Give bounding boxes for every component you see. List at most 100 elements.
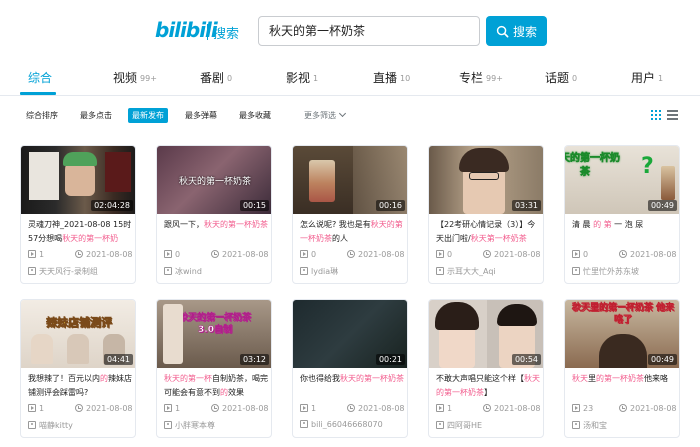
play-count: 1 (39, 404, 45, 413)
thumbnail-caption: 秋天的第一杯奶茶 (565, 153, 620, 179)
grid-view-icon[interactable] (651, 110, 661, 120)
video-card[interactable]: 00:21 你也得给我秋天的第一杯奶茶 1 2021-08-08 bili_660… (292, 299, 408, 438)
uploader-icon (300, 420, 308, 428)
video-thumbnail[interactable]: 00:21 (293, 300, 407, 368)
title-text: 你也得给我 (300, 374, 340, 383)
uploader-icon (28, 267, 36, 275)
video-card[interactable]: 辣妹店铺测评 04:41 我想辣了！百元以内的辣妹店铺测评会踩雷吗? 1 2021… (20, 299, 136, 438)
tab-movie[interactable]: 影视 1 (286, 69, 318, 86)
video-title[interactable]: 秋天的第一杯自制奶茶，喝完可能会有意不到的效果 (164, 372, 268, 400)
uploader[interactable]: 喵静kitty (28, 420, 132, 431)
tab-count: 99+ (140, 74, 157, 83)
play-count: 23 (583, 404, 594, 413)
title-text: 的人 (332, 234, 348, 243)
video-thumbnail[interactable]: 辣妹店铺测评 04:41 (21, 300, 135, 368)
uploader[interactable]: 天天风行-录制组 (28, 266, 132, 277)
uploader[interactable]: 四阿哥HE (436, 420, 540, 431)
title-highlight: 秋天 (572, 374, 588, 383)
uploader[interactable]: 冰wind (164, 266, 268, 277)
uploader-name: 喵静kitty (39, 421, 73, 430)
video-title[interactable]: 清 晨 的 第 一 泡 尿 (572, 218, 676, 246)
video-title[interactable]: 不敢大声唱只能这个样【秋天的第一杯奶茶】 (436, 372, 540, 400)
title-highlight: 秋天的第一杯奶茶 (204, 220, 268, 229)
title-highlight: 的第一杯奶茶 (596, 374, 644, 383)
uploader[interactable]: lydia琳 (300, 266, 404, 277)
upload-date: 2021-08-08 (630, 250, 677, 259)
title-highlight: 秋天的第一杯奶 (62, 234, 119, 243)
tab-video[interactable]: 视频 99+ (113, 69, 157, 86)
title-text: 跟风一下， (164, 220, 204, 229)
tab-label: 综合 (28, 71, 53, 85)
clock-icon (347, 404, 355, 412)
play-count-icon (164, 250, 172, 258)
header: bilibili 搜索 秋天的第一杯奶茶 搜索 (0, 0, 700, 60)
video-title[interactable]: 我想辣了！百元以内的辣妹店铺测评会踩雷吗? (28, 372, 132, 400)
clock-icon (483, 250, 491, 258)
uploader[interactable]: 小胖寒本尊 (164, 420, 268, 431)
play-count: 0 (175, 250, 181, 259)
video-thumbnail[interactable]: 秋天的第一杯奶茶 00:15 (157, 146, 271, 214)
video-card[interactable]: 秋天的第一杯奶茶 00:15 跟风一下，秋天的第一杯奶茶 0 2021-08-08… (156, 145, 272, 284)
title-text: 不敢大声唱只能这个样【 (436, 374, 524, 383)
video-card[interactable]: 02:04:28 灵魂刀神_2021-08-08 15时57分想喝秋天的第一杯奶… (20, 145, 136, 284)
filter-most-danmaku[interactable]: 最多弹幕 (185, 108, 217, 123)
tab-topic[interactable]: 话题 0 (545, 69, 577, 86)
tab-live[interactable]: 直播 10 (373, 69, 410, 86)
video-thumbnail[interactable]: 00:54 (429, 300, 543, 368)
video-title[interactable]: 怎么说呢? 我也是有秋天的第一杯奶茶的人 (300, 218, 404, 246)
video-card[interactable]: 00:54 不敢大声唱只能这个样【秋天的第一杯奶茶】 1 2021-08-08 四… (428, 299, 544, 438)
video-card[interactable]: 秋天里的第一杯奶茶 他来咯了 00:49 秋天里的第一杯奶茶他来咯 23 2021… (564, 299, 680, 438)
uploader[interactable]: bili_66046668070 (300, 420, 404, 429)
tab-article[interactable]: 专栏 99+ (459, 69, 503, 86)
upload-date: 2021-08-08 (222, 404, 269, 413)
video-title[interactable]: 秋天里的第一杯奶茶他来咯 (572, 372, 676, 400)
video-thumbnail[interactable]: 秋天里的第一杯奶茶 他来咯了 00:49 (565, 300, 679, 368)
uploader[interactable]: 忙里忙外苏东坡 (572, 266, 676, 277)
uploader[interactable]: 示耳大大_Aqi (436, 266, 540, 277)
clock-icon (347, 250, 355, 258)
video-title[interactable]: 【22考研心情记录（3）】今天出门啦/秋天第一杯奶茶 (436, 218, 540, 246)
title-highlight: 的 (100, 374, 108, 383)
search-button[interactable]: 搜索 (486, 16, 547, 46)
video-card[interactable]: 秋天的第一杯奶茶3.0自制 03:12 秋天的第一杯自制奶茶，喝完可能会有意不到… (156, 299, 272, 438)
upload-date: 2021-08-08 (86, 404, 133, 413)
clock-icon (211, 404, 219, 412)
upload-date: 2021-08-08 (86, 250, 133, 259)
filter-most-clicks[interactable]: 最多点击 (80, 108, 112, 123)
video-card[interactable]: 秋天的第一杯奶茶 ? 00:49 清 晨 的 第 一 泡 尿 0 2021-08-… (564, 145, 680, 284)
video-meta: 0 2021-08-08 (164, 250, 269, 262)
tab-bangumi[interactable]: 番剧 0 (200, 69, 232, 86)
filter-default-sort[interactable]: 综合排序 (26, 108, 58, 123)
video-thumbnail[interactable]: 00:16 (293, 146, 407, 214)
tab-label: 番剧 (200, 71, 225, 85)
video-title[interactable]: 灵魂刀神_2021-08-08 15时57分想喝秋天的第一杯奶 (28, 218, 132, 246)
filter-most-favorites[interactable]: 最多收藏 (239, 108, 271, 123)
video-card[interactable]: 00:16 怎么说呢? 我也是有秋天的第一杯奶茶的人 0 2021-08-08 l… (292, 145, 408, 284)
video-thumbnail[interactable]: 03:31 (429, 146, 543, 214)
search-input[interactable]: 秋天的第一杯奶茶 (258, 16, 480, 46)
title-highlight: 秋天的第一杯奶茶 (340, 374, 404, 383)
video-thumbnail[interactable]: 秋天的第一杯奶茶 ? 00:49 (565, 146, 679, 214)
video-meta: 0 2021-08-08 (572, 250, 677, 262)
tab-count: 1 (313, 74, 319, 83)
filter-newest[interactable]: 最新发布 (128, 108, 168, 123)
play-count-icon (436, 250, 444, 258)
video-title[interactable]: 你也得给我秋天的第一杯奶茶 (300, 372, 404, 400)
list-view-icon[interactable] (667, 110, 678, 120)
video-duration: 03:12 (239, 354, 269, 365)
filter-more[interactable]: 更多筛选 (304, 108, 347, 123)
video-card[interactable]: 03:31 【22考研心情记录（3）】今天出门啦/秋天第一杯奶茶 0 2021-0… (428, 145, 544, 284)
tab-all[interactable]: 综合 (28, 69, 55, 86)
video-title[interactable]: 跟风一下，秋天的第一杯奶茶 (164, 218, 268, 246)
tab-user[interactable]: 用户 1 (631, 69, 663, 86)
upload-date: 2021-08-08 (494, 404, 541, 413)
upload-date: 2021-08-08 (630, 404, 677, 413)
video-thumbnail[interactable]: 秋天的第一杯奶茶3.0自制 03:12 (157, 300, 271, 368)
filter-more-label: 更多筛选 (304, 111, 336, 120)
uploader[interactable]: 汤和宝 (572, 420, 676, 431)
video-thumbnail[interactable]: 02:04:28 (21, 146, 135, 214)
play-count: 0 (447, 250, 453, 259)
uploader-name: 四阿哥HE (447, 421, 483, 430)
clock-icon (483, 404, 491, 412)
video-duration: 04:41 (103, 354, 133, 365)
